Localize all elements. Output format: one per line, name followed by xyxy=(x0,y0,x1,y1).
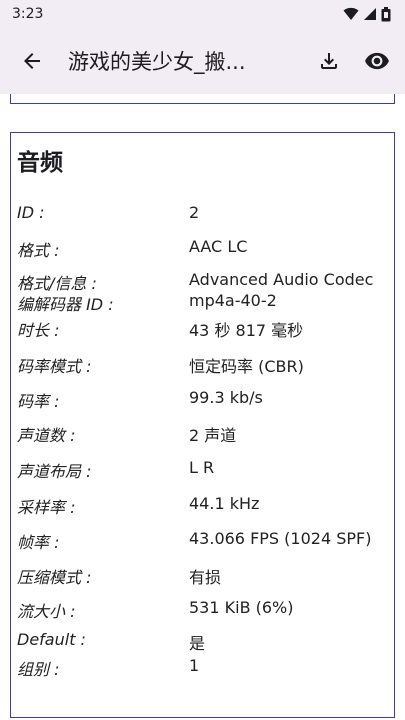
info-key: 帧率 : xyxy=(17,533,60,552)
eye-icon xyxy=(365,52,389,70)
previous-section-card xyxy=(10,94,395,104)
info-key: 编解码器 ID : xyxy=(17,295,114,314)
info-value: 43.066 FPS (1024 SPF) xyxy=(189,529,372,548)
info-row: 帧率 : 43.066 FPS (1024 SPF) xyxy=(17,529,388,564)
info-row: 声道数 : 2 声道 xyxy=(17,422,388,458)
info-key: 组别 : xyxy=(17,660,60,679)
info-value: Advanced Audio Codec xyxy=(189,270,374,289)
info-row: 格式/信息 : Advanced Audio Codec xyxy=(17,270,388,293)
info-key: 压缩模式 : xyxy=(17,568,92,587)
back-button[interactable] xyxy=(8,37,56,85)
info-value: 43 秒 817 毫秒 xyxy=(189,321,304,340)
signal-icon xyxy=(364,8,376,20)
info-row: 码率 : 99.3 kb/s xyxy=(17,388,388,422)
info-value: 44.1 kHz xyxy=(189,494,260,513)
info-value: L R xyxy=(189,458,215,477)
page-title: 游戏的美少女_搬... xyxy=(68,50,246,74)
info-value: 1 xyxy=(189,656,200,675)
status-bar: 3:23 xyxy=(0,0,405,28)
scroll-content[interactable]: 音频 ID : 2 格式 : AAC LC 格式/信息 : Advanced A… xyxy=(0,94,405,720)
info-row: 压缩模式 : 有损 xyxy=(17,564,388,598)
info-value: 99.3 kb/s xyxy=(189,388,263,407)
info-row: 组别 : 1 xyxy=(17,656,388,682)
info-key: 格式/信息 : xyxy=(17,274,97,293)
audio-section-card: 音频 ID : 2 格式 : AAC LC 格式/信息 : Advanced A… xyxy=(10,132,395,718)
info-value: 2 xyxy=(189,203,200,222)
info-row: 格式 : AAC LC xyxy=(17,237,388,270)
info-value: mp4a-40-2 xyxy=(189,291,277,310)
battery-icon xyxy=(381,6,391,21)
arrow-back-icon xyxy=(24,53,40,69)
info-row: 流大小 : 531 KiB (6%) xyxy=(17,598,388,630)
info-key: 声道数 : xyxy=(17,426,76,445)
info-key: 时长 : xyxy=(17,321,60,340)
info-value: 531 KiB (6%) xyxy=(189,598,294,617)
info-row: 编解码器 ID : mp4a-40-2 xyxy=(17,291,388,317)
top-app-bar: 游戏的美少女_搬... xyxy=(0,28,405,94)
info-key: 格式 : xyxy=(17,241,60,260)
view-button[interactable] xyxy=(353,37,401,85)
info-value: AAC LC xyxy=(189,237,248,256)
info-key: 采样率 : xyxy=(17,498,76,517)
info-key: 声道布局 : xyxy=(17,462,92,481)
info-key: ID : xyxy=(17,203,45,222)
info-value: 有损 xyxy=(189,568,222,587)
info-value: 2 声道 xyxy=(189,426,237,445)
info-row: 时长 : 43 秒 817 毫秒 xyxy=(17,317,388,353)
info-key: 流大小 : xyxy=(17,602,76,621)
info-value: 是 xyxy=(189,634,206,653)
info-row: 声道布局 : L R xyxy=(17,458,388,494)
info-key: Default : xyxy=(17,630,86,649)
status-icons xyxy=(343,6,391,22)
info-row: 采样率 : 44.1 kHz xyxy=(17,494,388,529)
wifi-icon xyxy=(343,7,359,21)
info-key: 码率 : xyxy=(17,392,60,411)
info-value: 恒定码率 (CBR) xyxy=(189,357,304,376)
download-button[interactable] xyxy=(305,37,353,85)
info-row: 码率模式 : 恒定码率 (CBR) xyxy=(17,353,388,388)
info-row: Default : 是 xyxy=(17,630,388,656)
section-heading: 音频 xyxy=(17,150,63,176)
info-row: ID : 2 xyxy=(17,203,388,237)
info-key: 码率模式 : xyxy=(17,357,92,376)
status-time: 3:23 xyxy=(12,6,44,22)
download-icon xyxy=(321,53,337,69)
